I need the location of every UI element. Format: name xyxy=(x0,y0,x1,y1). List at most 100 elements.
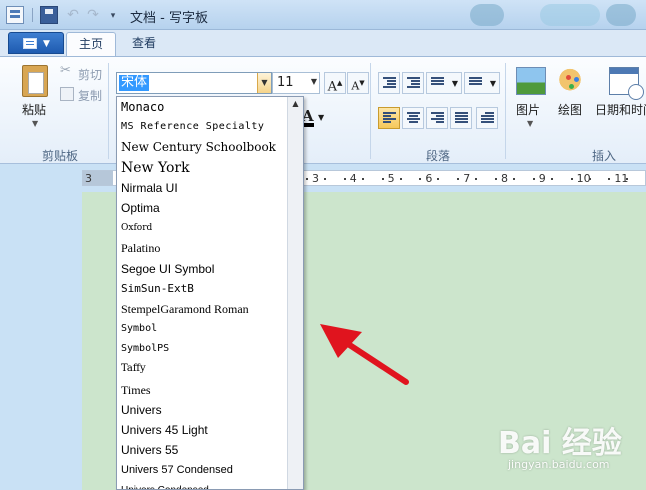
font-list-item[interactable]: Univers Condensed xyxy=(117,481,287,489)
watermark-logo: Bai 经验 xyxy=(498,426,622,461)
font-family-value[interactable]: 宋体 xyxy=(119,75,150,91)
undo-icon[interactable]: ↶ xyxy=(64,6,82,24)
font-size-combo[interactable]: 11 ▼ xyxy=(272,72,320,94)
paint-palette-icon[interactable] xyxy=(558,67,588,95)
font-list-item[interactable]: Palatino xyxy=(117,238,287,258)
ruler-label: 3 xyxy=(312,172,319,185)
font-list-item[interactable]: Oxford xyxy=(117,218,287,238)
ruler-tick xyxy=(513,178,515,180)
paint-button-label[interactable]: 绘图 xyxy=(558,101,582,118)
font-list-item[interactable]: SimSun-ExtB xyxy=(117,279,287,299)
font-list-item[interactable]: New Century Schoolbook xyxy=(117,137,287,157)
chevron-down-icon[interactable]: ▼ xyxy=(257,73,271,93)
font-list-item[interactable]: Times xyxy=(117,380,287,400)
font-list-item[interactable]: MS Reference Specialty xyxy=(117,117,287,137)
blurred-area xyxy=(540,4,600,26)
shrink-font-button[interactable]: A▼ xyxy=(347,72,369,94)
increase-indent-icon xyxy=(407,77,420,89)
font-list-item[interactable]: Nirmala UI xyxy=(117,178,287,198)
tab-home[interactable]: 主页 xyxy=(66,32,117,56)
scissors-icon xyxy=(60,63,74,80)
font-list-item[interactable]: Optima xyxy=(117,198,287,218)
customize-toolbar-icon[interactable]: ▾ xyxy=(104,6,122,24)
align-center-icon xyxy=(407,112,420,124)
calendar-clock-icon[interactable] xyxy=(609,67,644,100)
chevron-down-icon[interactable]: ▼ xyxy=(527,119,533,128)
datetime-button-label[interactable]: 日期和时间 xyxy=(595,101,646,118)
decrease-indent-button[interactable] xyxy=(378,72,400,94)
font-family-combo[interactable]: 宋体 ▼ xyxy=(116,72,272,94)
copy-icon xyxy=(60,87,74,101)
font-list-item[interactable]: Univers xyxy=(117,400,287,420)
align-center-button[interactable] xyxy=(402,107,424,129)
font-list-item[interactable]: Symbol xyxy=(117,319,287,339)
grow-font-button[interactable]: A▲ xyxy=(324,72,346,94)
justify-icon xyxy=(455,112,468,124)
list-style-button[interactable]: ▼ xyxy=(426,72,462,94)
chevron-down-icon: ▼ xyxy=(489,79,496,88)
app-menu-icon[interactable] xyxy=(6,6,24,24)
align-left-icon xyxy=(383,112,396,124)
font-list-item[interactable]: Taffy xyxy=(117,359,287,379)
align-right-icon xyxy=(431,112,444,124)
ruler-tick xyxy=(306,178,308,180)
align-right-button[interactable] xyxy=(426,107,448,129)
ruler-tick xyxy=(608,178,611,180)
ruler-tick xyxy=(419,178,422,180)
font-list-item[interactable]: Univers 57 Condensed xyxy=(117,460,287,480)
font-size-value[interactable]: 11 xyxy=(277,75,294,90)
picture-button-label[interactable]: 图片 xyxy=(516,101,540,118)
ruler-label: 7 xyxy=(463,172,471,185)
font-list-item[interactable]: Monaco xyxy=(117,97,287,117)
paste-icon[interactable] xyxy=(22,65,48,97)
ruler-tick xyxy=(361,178,364,180)
decrease-indent-icon xyxy=(383,77,396,89)
blurred-area xyxy=(606,4,636,26)
tab-view[interactable]: 查看 xyxy=(120,32,168,56)
chevron-down-icon[interactable]: ▼ xyxy=(311,77,317,86)
font-list-item[interactable]: Univers 55 xyxy=(117,440,287,460)
watermark-url: jingyan.baidu.com xyxy=(508,458,610,471)
paragraph-settings-button[interactable] xyxy=(476,107,498,129)
paragraph-group-label: 段落 xyxy=(426,149,451,163)
ruler-tick xyxy=(399,178,402,180)
font-list-item[interactable]: StempelGaramond Roman xyxy=(117,299,287,319)
increase-indent-button[interactable] xyxy=(402,72,424,94)
picture-icon[interactable] xyxy=(516,67,546,95)
ruler-tick xyxy=(324,178,326,180)
justify-button[interactable] xyxy=(450,107,472,129)
font-list-item[interactable]: Segoe UI Symbol xyxy=(117,259,287,279)
save-icon[interactable] xyxy=(40,6,58,24)
quick-access-separator xyxy=(32,8,33,22)
ruler-label: 6 xyxy=(425,172,433,185)
chevron-down-icon: ▼ xyxy=(43,39,50,49)
chevron-down-icon[interactable]: ▼ xyxy=(32,119,38,128)
ruler-tick xyxy=(550,178,553,180)
ribbon: 粘贴 ▼ 剪切 复制 剪贴板 宋体 ▼ 11 ▼ A▲ A▼ A ▼ ▼ ▼ xyxy=(0,56,646,164)
arrow-head xyxy=(320,324,362,358)
ruler-tick xyxy=(532,178,535,180)
workspace-margin xyxy=(0,164,82,490)
font-list-item[interactable]: Univers 45 Light xyxy=(117,420,287,440)
paste-button-label[interactable]: 粘贴 xyxy=(22,101,46,118)
font-list-item[interactable]: New York xyxy=(117,158,287,178)
ruler-tick xyxy=(588,178,591,180)
ruler-tick xyxy=(626,178,629,180)
font-family-dropdown[interactable]: Monaco MS Reference Specialty New Century … xyxy=(116,96,304,490)
arrow-shaft xyxy=(339,337,409,385)
redo-icon[interactable]: ↷ xyxy=(84,6,102,24)
dropdown-scrollbar[interactable]: ▲ xyxy=(287,97,303,489)
ruler-tick xyxy=(570,178,573,180)
paragraph-icon xyxy=(481,112,494,124)
annotation-arrow xyxy=(320,324,409,385)
file-menu-button[interactable]: ▼ xyxy=(8,32,64,54)
ruler-tick xyxy=(475,178,478,180)
align-left-button[interactable] xyxy=(378,107,400,129)
font-list-item[interactable]: SymbolPS xyxy=(117,339,287,359)
group-divider xyxy=(108,63,109,159)
chevron-down-icon[interactable]: ▼ xyxy=(318,113,324,122)
group-divider xyxy=(370,63,371,159)
ruler-label: 9 xyxy=(538,172,546,185)
scroll-up-arrow-icon[interactable]: ▲ xyxy=(288,97,303,111)
line-spacing-button[interactable]: ▼ xyxy=(464,72,500,94)
